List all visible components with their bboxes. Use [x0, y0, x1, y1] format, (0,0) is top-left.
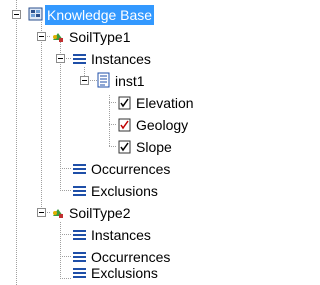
tree-node-label: Instances — [91, 51, 151, 67]
tree-node-exclusions[interactable]: Exclusions — [0, 180, 278, 202]
tree-node-label: inst1 — [115, 73, 145, 89]
tree-node-exclusions[interactable]: Exclusions — [0, 262, 278, 284]
tree-node-label: Exclusions — [91, 265, 158, 281]
tree-node-soiltype1[interactable]: SoilType1 — [0, 26, 278, 48]
tree-node-inst1[interactable]: inst1 — [0, 70, 278, 92]
tree-node-label: SoilType1 — [69, 29, 131, 45]
list-icon — [73, 186, 86, 196]
tree-node-instances[interactable]: Instances — [0, 224, 278, 246]
tree-node-geology[interactable]: Geology — [0, 114, 278, 136]
list-icon — [73, 164, 86, 174]
knowledge-tree[interactable]: Knowledge Base SoilType1 Instances inst1… — [0, 0, 278, 285]
tree-node-slope[interactable]: Slope — [0, 136, 278, 158]
tree-node-elevation[interactable]: Elevation — [0, 92, 278, 114]
checklist-icon — [118, 96, 131, 110]
checklist-icon — [118, 118, 131, 132]
document-icon — [97, 72, 110, 88]
tree-node-label: Geology — [136, 117, 189, 133]
tree-node-label: Slope — [136, 139, 172, 155]
tree-node-instances[interactable]: Instances — [0, 48, 278, 70]
tree-node-label: SoilType2 — [69, 205, 131, 221]
tree-node-knowledge-base[interactable]: Knowledge Base — [0, 4, 278, 26]
tree-node-label: Exclusions — [91, 183, 158, 199]
tree-node-label: Elevation — [136, 95, 194, 111]
collapse-toggle[interactable] — [80, 76, 89, 85]
soil-type-icon — [53, 33, 63, 42]
list-icon — [73, 230, 86, 240]
soil-type-icon — [53, 209, 63, 218]
tree-node-soiltype2[interactable]: SoilType2 — [0, 202, 278, 224]
collapse-toggle[interactable] — [37, 32, 46, 41]
collapse-toggle[interactable] — [12, 10, 21, 19]
collapse-toggle[interactable] — [37, 208, 46, 217]
list-icon — [73, 54, 86, 64]
tree-node-label: Occurrences — [91, 161, 171, 177]
checklist-icon — [118, 140, 131, 154]
collapse-toggle[interactable] — [56, 54, 65, 63]
tree-node-label: Knowledge Base — [45, 5, 155, 25]
list-icon — [73, 268, 86, 278]
tree-node-label: Instances — [91, 227, 151, 243]
tree-node-occurrences[interactable]: Occurrences — [0, 158, 278, 180]
knowledge-base-icon — [28, 7, 43, 21]
